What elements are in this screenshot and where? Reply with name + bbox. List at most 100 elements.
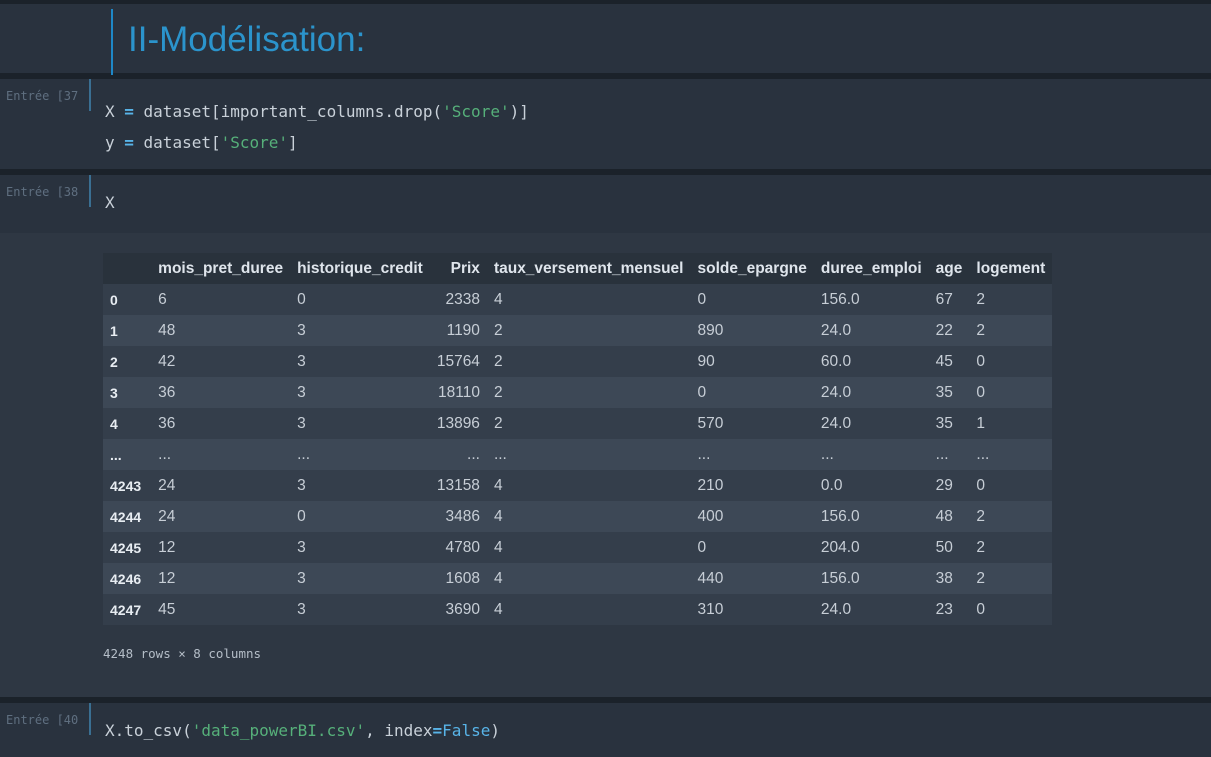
table-cell: 24.0 (820, 383, 852, 401)
table-cell: 42 (158, 352, 176, 370)
code-line: X.to_csv('data_powerBI.csv', index=False… (105, 721, 500, 741)
table-cell: 2 (976, 507, 986, 525)
table-cell: 29 (935, 476, 953, 494)
table-cell: 22 (935, 321, 953, 339)
table-cell: 67 (935, 290, 953, 308)
table-cell: 210 (697, 476, 724, 494)
prompt-border (89, 703, 91, 735)
code-token: = (432, 721, 443, 740)
table-row: 4244 24 0 3486 4 400 156.0 48 2 (103, 501, 1053, 532)
table-cell: 35 (935, 383, 953, 401)
code-editor[interactable]: X (105, 193, 115, 213)
code-editor[interactable]: X.to_csv('data_powerBI.csv', index=False… (105, 721, 500, 741)
cell-prompt: Entrée [38 (6, 185, 79, 199)
table-cell: 156.0 (820, 569, 860, 587)
table-cell: 2 (493, 414, 503, 432)
code-cell-40[interactable]: Entrée [40 X.to_csv('data_powerBI.csv', … (0, 703, 1211, 757)
row-index: 4246 (110, 570, 142, 587)
table-row: 3 36 3 18110 2 0 24.0 35 0 (103, 377, 1053, 408)
table-cell: 0 (976, 352, 986, 370)
column-header: historique_credit (290, 253, 430, 284)
table-cell: 90 (697, 352, 715, 370)
table-header-row: mois_pret_duree historique_credit Prix t… (103, 253, 1053, 284)
table-cell: 45 (935, 352, 953, 370)
table-cell: 3690 (445, 600, 480, 618)
table-cell: 24 (158, 476, 176, 494)
table-cell: 2338 (445, 290, 480, 308)
table-cell: 24.0 (820, 600, 852, 618)
markdown-left-border (111, 9, 113, 75)
table-cell: 0 (697, 290, 707, 308)
code-token: = (124, 102, 134, 121)
table-row: 4246 12 3 1608 4 440 156.0 38 2 (103, 563, 1053, 594)
code-token: , index (365, 721, 433, 740)
table-cell: 48 (935, 507, 953, 525)
table-row: 1 48 3 1190 2 890 24.0 22 2 (103, 315, 1053, 346)
table-cell: ... (493, 445, 507, 463)
table-cell: ... (820, 445, 834, 463)
table-cell: 3 (297, 321, 306, 339)
table-cell: 45 (158, 600, 176, 618)
code-cell-37[interactable]: Entrée [37 X = dataset[important_columns… (0, 79, 1211, 169)
table-cell: 2 (976, 538, 986, 556)
dataframe-shape-note: 4248 rows × 8 columns (103, 646, 262, 661)
table-cell: 35 (935, 414, 953, 432)
table-cell: 23 (935, 600, 953, 618)
table-cell: 60.0 (820, 352, 852, 370)
column-header: mois_pret_duree (151, 253, 291, 284)
table-cell: 0 (297, 507, 306, 525)
column-header: age (928, 253, 970, 284)
code-token: ] (288, 133, 298, 152)
table-cell: 890 (697, 321, 724, 339)
index-header (103, 253, 152, 284)
row-index: 4243 (110, 477, 142, 494)
table-cell: 0 (976, 383, 986, 401)
table-cell: 2 (493, 383, 503, 401)
table-cell: 4 (493, 600, 503, 618)
table-cell: 204.0 (820, 538, 860, 556)
table-row: ........................... (103, 439, 1053, 470)
table-cell: 48 (158, 321, 176, 339)
table-cell: 0 (297, 290, 306, 308)
row-index: 3 (110, 384, 118, 401)
column-header: solde_epargne (690, 253, 814, 284)
table-cell: 4 (493, 476, 503, 494)
code-token: = (124, 133, 134, 152)
code-editor[interactable]: X = dataset[important_columns.drop('Scor… (105, 96, 529, 158)
table-cell: 2 (976, 321, 986, 339)
table-cell: 0 (976, 476, 986, 494)
row-index: 0 (110, 291, 118, 308)
column-header: Prix (429, 253, 487, 284)
table-row: 2 42 3 15764 2 90 60.0 45 0 (103, 346, 1053, 377)
table-cell: 4 (493, 507, 503, 525)
table-cell: 2 (976, 290, 986, 308)
table-cell: 1 (976, 414, 986, 432)
table-cell: 4780 (445, 538, 480, 556)
table-cell: ... (935, 445, 949, 463)
column-header: taux_versement_mensuel (486, 253, 691, 284)
table-cell: 440 (697, 569, 724, 587)
table-cell: 3486 (445, 507, 480, 525)
code-token: X (105, 102, 125, 121)
table-cell: 12 (158, 538, 176, 556)
table-cell: 13896 (436, 414, 480, 432)
markdown-cell[interactable]: II-Modélisation: (0, 4, 1211, 75)
code-line: y = dataset['Score'] (105, 127, 529, 158)
code-token: False (442, 721, 491, 740)
row-index: 4245 (110, 539, 142, 556)
code-cell-38[interactable]: Entrée [38 X (0, 175, 1211, 233)
code-token: 'Score' (442, 102, 510, 121)
table-cell: 3 (297, 569, 306, 587)
table-cell: 2 (493, 321, 503, 339)
code-line: X = dataset[important_columns.drop('Scor… (105, 96, 529, 127)
table-cell: 0 (976, 600, 986, 618)
table-cell: ... (976, 445, 990, 463)
table-cell: 2 (493, 352, 503, 370)
table-row: 4 36 3 13896 2 570 24.0 35 1 (103, 408, 1053, 439)
table-cell: ... (297, 445, 310, 463)
row-index: 4247 (110, 601, 142, 618)
prompt-border (89, 175, 91, 207)
row-index: 1 (110, 322, 118, 339)
code-token: X (105, 193, 115, 212)
table-cell: 38 (935, 569, 953, 587)
